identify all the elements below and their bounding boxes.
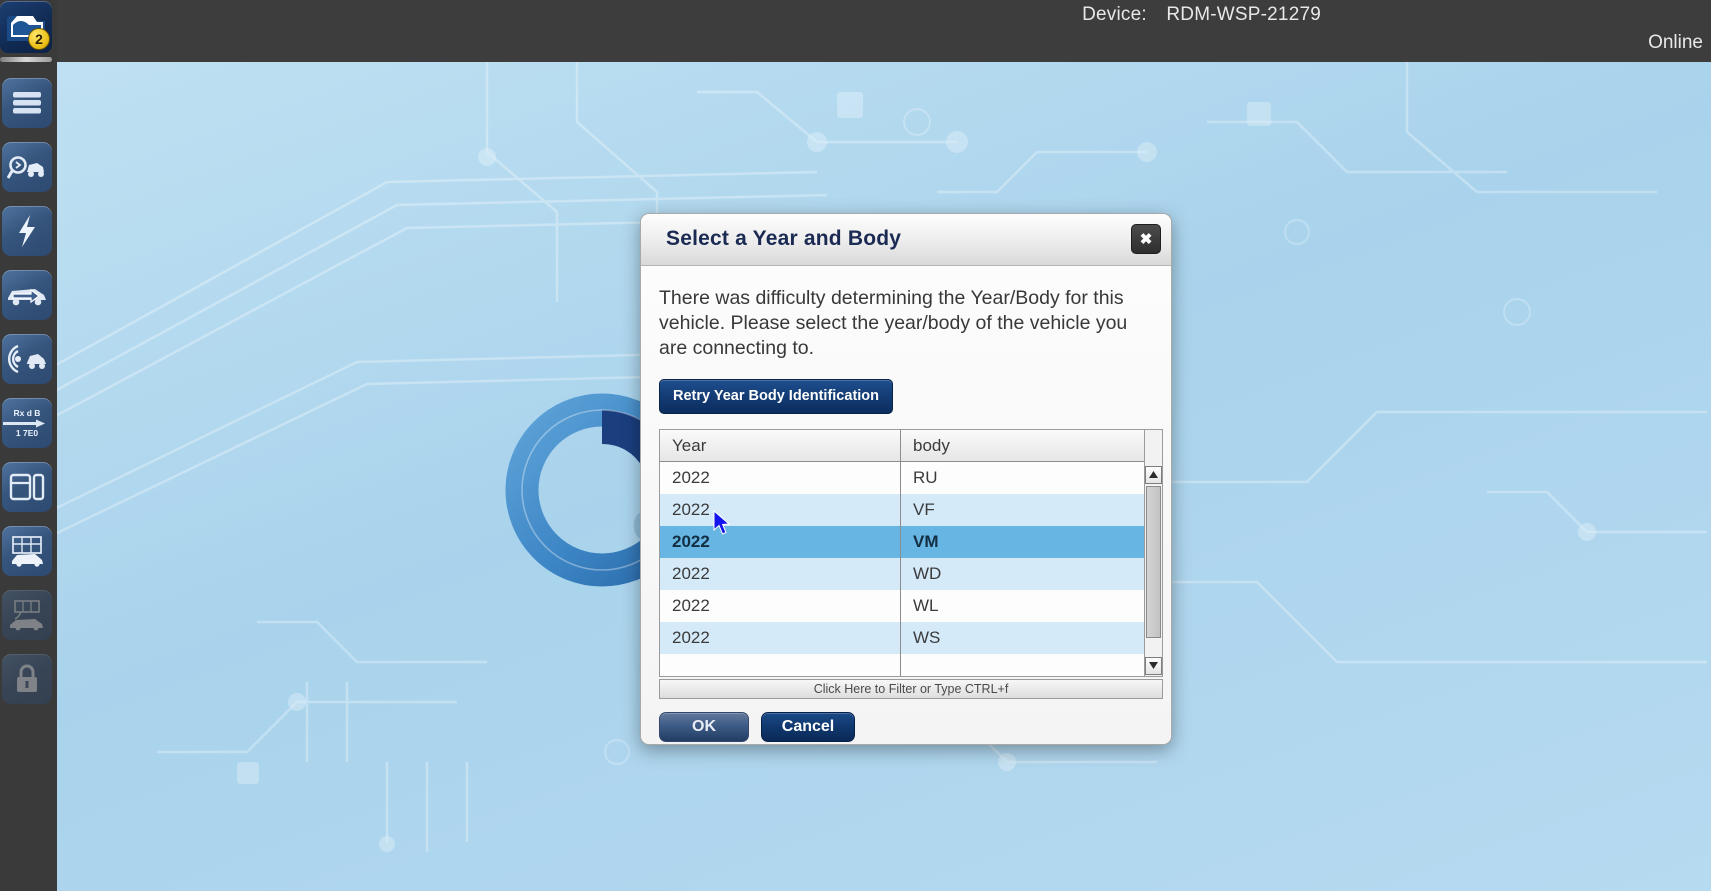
year-body-dialog: Select a Year and Body ✖ There was diffi… bbox=[640, 213, 1172, 745]
table-row[interactable]: 2022 RU bbox=[660, 462, 1162, 494]
cancel-button[interactable]: Cancel bbox=[761, 712, 855, 742]
close-icon[interactable]: ✖ bbox=[1131, 224, 1161, 254]
panel-layout-icon bbox=[9, 472, 45, 502]
scroll-down-icon[interactable] bbox=[1145, 657, 1162, 675]
table-empty-row bbox=[660, 654, 1162, 676]
scrollbar-thumb[interactable] bbox=[1146, 486, 1161, 638]
dialog-title: Select a Year and Body bbox=[666, 227, 901, 251]
hamburger-menu-icon bbox=[10, 89, 44, 117]
rx-db-arrow-icon: Rx d B 1 7E0 bbox=[2, 409, 52, 438]
notification-badge: 2 bbox=[28, 28, 50, 50]
dialog-message: There was difficulty determining the Yea… bbox=[659, 286, 1129, 361]
table-header-row: Year body bbox=[660, 430, 1162, 462]
cell-body: WS bbox=[901, 622, 1144, 654]
ok-button[interactable]: OK bbox=[659, 712, 749, 742]
sidebar-item-vehicle-report[interactable] bbox=[2, 590, 52, 640]
table-row[interactable]: 2022 VF bbox=[660, 494, 1162, 526]
sidebar-item-vehicle-flash[interactable] bbox=[2, 270, 52, 320]
cell-year: 2022 bbox=[660, 526, 901, 558]
device-info: Device: RDM-WSP-21279 bbox=[1082, 4, 1321, 26]
dialog-body: There was difficulty determining the Yea… bbox=[641, 266, 1171, 745]
cell-body: RU bbox=[901, 462, 1144, 494]
sidebar-item-menu[interactable] bbox=[2, 78, 52, 128]
car-report-icon bbox=[7, 599, 47, 631]
sidebar-item-split-view[interactable] bbox=[2, 462, 52, 512]
cell-body: VF bbox=[901, 494, 1144, 526]
scroll-up-icon[interactable] bbox=[1145, 466, 1162, 484]
cell-year: 2022 bbox=[660, 590, 901, 622]
dialog-footer: OK Cancel bbox=[659, 712, 1153, 742]
table-body: 2022 RU 2022 VF 2022 VM 2022 WD bbox=[660, 462, 1162, 676]
sidebar-item-security-lock[interactable] bbox=[2, 654, 52, 704]
app-screen: Device: RDM-WSP-21279 Online 2 bbox=[0, 0, 1711, 891]
year-body-table[interactable]: Year body 2022 RU 2022 VF 2022 VM bbox=[659, 429, 1163, 677]
cell-year: 2022 bbox=[660, 494, 901, 526]
device-value: RDM-WSP-21279 bbox=[1166, 4, 1321, 25]
filter-input[interactable]: Click Here to Filter or Type CTRL+f bbox=[659, 679, 1163, 699]
rx-line-2: 1 7E0 bbox=[16, 428, 38, 438]
dialog-titlebar: Select a Year and Body ✖ bbox=[641, 214, 1171, 266]
left-sidebar: 2 bbox=[0, 0, 57, 891]
cell-year: 2022 bbox=[660, 462, 901, 494]
top-status-bar: Device: RDM-WSP-21279 Online bbox=[0, 0, 1711, 62]
cell-year: 2022 bbox=[660, 558, 901, 590]
table-row-selected[interactable]: 2022 VM bbox=[660, 526, 1162, 558]
cell-body: WD bbox=[901, 558, 1144, 590]
device-label: Device: bbox=[1082, 4, 1147, 25]
wireless-car-icon bbox=[5, 343, 49, 375]
retry-year-body-identification-button[interactable]: Retry Year Body Identification bbox=[659, 379, 893, 414]
column-header-year[interactable]: Year bbox=[660, 430, 901, 461]
table-row[interactable]: 2022 WS bbox=[660, 622, 1162, 654]
magnifier-car-icon bbox=[7, 152, 47, 182]
column-header-body[interactable]: body bbox=[901, 430, 1144, 461]
sidebar-item-data-trace[interactable]: Rx d B 1 7E0 bbox=[2, 398, 52, 448]
table-scrollbar[interactable] bbox=[1144, 430, 1162, 676]
sidebar-item-quick-test[interactable] bbox=[2, 206, 52, 256]
sidebar-item-vehicle-folder[interactable]: 2 bbox=[0, 1, 52, 53]
cell-year: 2022 bbox=[660, 622, 901, 654]
grid-car-icon bbox=[8, 535, 46, 567]
sidebar-divider bbox=[0, 57, 52, 62]
padlock-icon bbox=[13, 663, 41, 695]
table-row[interactable]: 2022 WL bbox=[660, 590, 1162, 622]
table-row[interactable]: 2022 WD bbox=[660, 558, 1162, 590]
lightning-bolt-icon bbox=[16, 214, 38, 248]
sidebar-item-vehicle-scan[interactable] bbox=[2, 142, 52, 192]
cell-body: VM bbox=[901, 526, 1144, 558]
rx-line-1: Rx d B bbox=[14, 408, 41, 418]
sidebar-item-grid-vehicle[interactable] bbox=[2, 526, 52, 576]
cell-body: WL bbox=[901, 590, 1144, 622]
sidebar-item-wireless-vehicle[interactable] bbox=[2, 334, 52, 384]
mouse-cursor bbox=[713, 510, 733, 542]
connection-status: Online bbox=[1648, 32, 1703, 54]
car-arrow-icon bbox=[5, 282, 49, 308]
